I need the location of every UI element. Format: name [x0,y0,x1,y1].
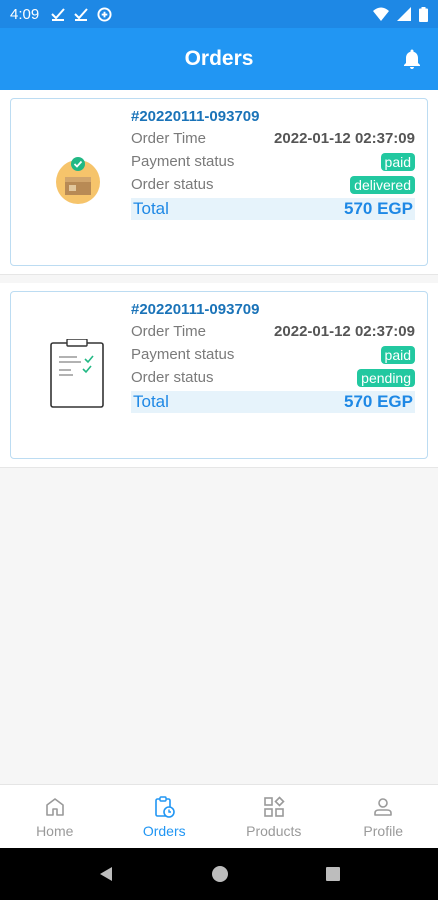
clipboard-icon [39,330,117,420]
order-card[interactable]: #20220111-093709 Order Time 2022-01-12 0… [10,291,428,459]
order-total-value: 570 EGP [344,199,413,218]
check-download-icon [51,8,65,21]
payment-status-row: Payment status paid [131,150,415,173]
order-status-label: Order status [131,176,214,193]
battery-icon [419,6,428,22]
order-card-wrapper: #20220111-093709 Order Time 2022-01-12 0… [0,90,438,275]
bottom-nav: Home Orders Products Profile [0,784,438,848]
nav-label-profile: Profile [363,822,404,839]
home-icon [45,797,64,816]
payment-status-row: Payment status paid [131,343,415,366]
order-id: #20220111-093709 [131,301,260,318]
check-download-icon [74,8,88,21]
wifi-icon [373,7,389,21]
order-card-wrapper: #20220111-093709 Order Time 2022-01-12 0… [0,283,438,468]
order-card[interactable]: #20220111-093709 Order Time 2022-01-12 0… [10,98,428,266]
order-info: #20220111-093709 Order Time 2022-01-12 0… [131,107,415,220]
order-total-label: Total [133,199,169,218]
app-bar: Orders [0,28,438,90]
order-id: #20220111-093709 [131,108,260,125]
order-time-label: Order Time [131,130,207,147]
data-saver-icon [97,6,112,22]
delivered-box-icon [39,137,117,227]
order-time-row: Order Time 2022-01-12 02:37:09 [131,127,415,150]
back-icon[interactable] [97,865,115,883]
page-title: Orders [184,47,254,70]
payment-status-badge: paid [380,152,415,171]
order-total-value: 570 EGP [344,392,413,411]
status-time: 4:09 [10,5,40,23]
order-status-badge: pending [357,368,415,387]
order-status-label: Order status [131,369,214,386]
bell-icon[interactable] [400,47,424,71]
orders-list: #20220111-093709 Order Time 2022-01-12 0… [0,90,438,476]
order-total-row: Total 570 EGP [131,198,415,220]
products-icon [263,795,285,817]
order-info: #20220111-093709 Order Time 2022-01-12 0… [131,300,415,413]
order-time-row: Order Time 2022-01-12 02:37:09 [131,320,415,343]
nav-item-home[interactable]: Home [0,785,110,848]
order-status-row: Order status delivered [131,173,415,196]
order-total-row: Total 570 EGP [131,391,415,413]
order-time-value: 2022-01-12 02:37:09 [274,323,415,340]
order-status-badge: delivered [350,175,415,194]
home-button-icon[interactable] [211,865,229,883]
payment-status-label: Payment status [131,346,235,363]
payment-status-badge: paid [380,345,415,364]
recents-icon[interactable] [325,866,341,882]
orders-icon [155,795,176,818]
profile-icon [374,797,393,816]
nav-item-orders[interactable]: Orders [110,785,220,848]
nav-item-profile[interactable]: Profile [329,785,438,848]
nav-label-products: Products [246,822,302,839]
payment-status-label: Payment status [131,153,235,170]
order-total-label: Total [133,392,169,411]
order-time-label: Order Time [131,323,207,340]
nav-label-orders: Orders [142,822,186,839]
status-bar: 4:09 [0,0,438,28]
system-nav-bar [0,848,438,900]
order-status-row: Order status pending [131,366,415,389]
signal-icon [397,7,411,21]
order-time-value: 2022-01-12 02:37:09 [274,130,415,147]
nav-item-products[interactable]: Products [219,785,329,848]
nav-label-home: Home [36,822,74,839]
